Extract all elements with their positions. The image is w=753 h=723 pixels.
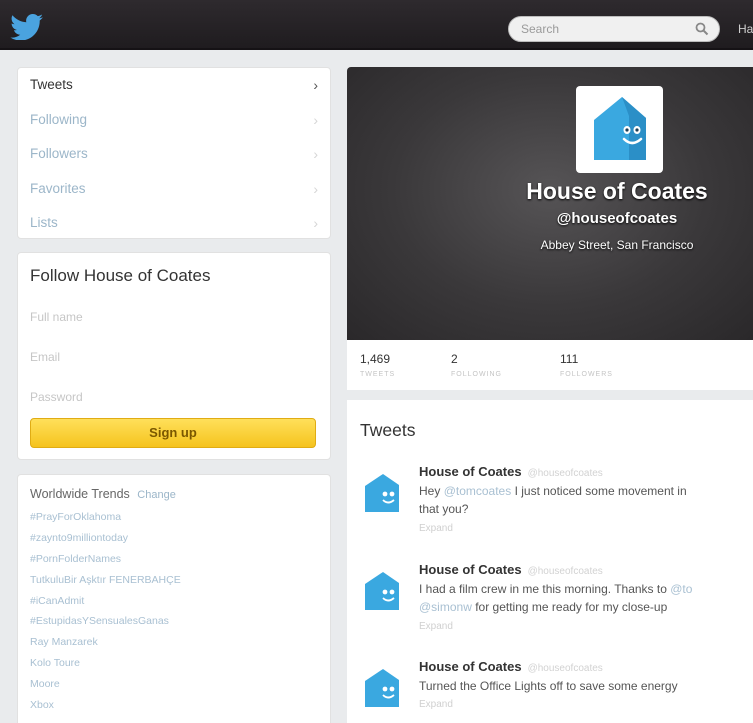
trends-header: Worldwide Trends Change [18, 475, 330, 507]
tweet-text: Turned the Office Lights off to save som… [419, 677, 753, 695]
stat-label: TWEETS [360, 371, 396, 378]
tweet-text: I had a film crew in me this morning. Th… [419, 580, 753, 616]
profile-stats: 1,469 TWEETS 2 FOLLOWING 111 FOLLOWERS [347, 340, 753, 390]
stat-value: 111 [560, 352, 579, 366]
tweet-header: House of Coates @houseofcoates [419, 659, 603, 674]
stream-title: Tweets [360, 420, 416, 440]
tweet-author-name[interactable]: House of Coates [419, 659, 522, 674]
trends-title: Worldwide Trends [30, 487, 130, 501]
trend-link[interactable]: #iCanAdmit [18, 591, 330, 612]
nav-item-favorites[interactable]: Favorites › [18, 172, 330, 207]
mention-link[interactable]: @to [670, 582, 692, 596]
expand-link[interactable]: Expand [419, 523, 453, 534]
tweet-text-part: Hey [419, 484, 444, 498]
email-field[interactable] [30, 337, 316, 377]
tweet-screen-name[interactable]: @houseofcoates [528, 566, 603, 577]
tweet-text-part: I had a film crew in me this morning. Th… [419, 582, 671, 596]
house-avatar-icon[interactable] [361, 570, 403, 612]
password-field[interactable] [30, 377, 316, 417]
trend-link[interactable]: #zaynto9milliontoday [18, 528, 330, 549]
tweet-item[interactable]: House of Coates @houseofcoates Hey @tomco… [347, 464, 753, 559]
trends-card: Worldwide Trends Change #PrayForOklahoma… [17, 474, 331, 723]
search-icon[interactable] [695, 22, 709, 36]
profile-name: House of Coates [526, 178, 708, 204]
mention-link[interactable]: @simonw [419, 600, 472, 614]
trends-change-link[interactable]: Change [137, 489, 176, 501]
profile-handle: @houseofcoates [556, 210, 678, 227]
profile-nav-card: Tweets › Following › Followers › Favorit… [17, 67, 331, 239]
profile-header: House of Coates @houseofcoates Abbey Str… [347, 67, 753, 340]
stat-label: FOLLOWERS [560, 371, 613, 378]
mention-link[interactable]: @tomcoates [444, 484, 512, 498]
tweet-header: House of Coates @houseofcoates [419, 464, 603, 479]
house-avatar-icon[interactable] [361, 472, 403, 514]
nav-item-following[interactable]: Following › [18, 103, 330, 138]
trend-link[interactable]: Xbox [18, 695, 330, 716]
tweets-stream: Tweets House of Coates @houseofcoates Hey… [347, 400, 753, 723]
signup-card: Follow House of Coates Sign up [17, 252, 331, 460]
stat-value: 1,469 [360, 352, 391, 366]
tweet-text: Hey @tomcoates I just noticed some movem… [419, 482, 753, 518]
house-avatar-icon [594, 97, 646, 160]
nav-item-label: Lists [30, 215, 58, 230]
tweet-text-part: that you? [419, 502, 469, 516]
stat-label: FOLLOWING [451, 371, 503, 378]
tweet-author-name[interactable]: House of Coates [419, 464, 522, 479]
trend-link[interactable]: Kolo Toure [18, 653, 330, 674]
signup-title: Follow House of Coates [30, 266, 211, 285]
tweet-item[interactable]: House of Coates @houseofcoates I had a fi… [347, 562, 753, 657]
chevron-right-icon: › [313, 215, 318, 231]
chevron-right-icon: › [313, 77, 318, 93]
tweet-header: House of Coates @houseofcoates [419, 562, 603, 577]
search-input[interactable] [521, 17, 691, 41]
trend-link[interactable]: TutkuluBir Aşktır FENERBAHÇE [18, 570, 330, 591]
stat-followers[interactable]: 111 FOLLOWERS [560, 352, 613, 378]
tweet-text-part: for getting me ready for my close-up [471, 600, 668, 614]
trend-link[interactable]: #PrayForOklahoma [18, 507, 330, 528]
nav-item-lists[interactable]: Lists › [18, 206, 330, 241]
top-bar: Ha [0, 0, 753, 50]
signup-button[interactable]: Sign up [30, 418, 316, 448]
search-box[interactable] [508, 16, 720, 42]
trend-link[interactable]: #EstupidasYSensualesGanas [18, 611, 330, 632]
expand-link[interactable]: Expand [419, 699, 453, 710]
nav-item-label: Tweets [30, 77, 73, 92]
tweet-screen-name[interactable]: @houseofcoates [528, 468, 603, 479]
nav-item-label: Followers [30, 146, 88, 161]
nav-item-followers[interactable]: Followers › [18, 137, 330, 172]
tweet-author-name[interactable]: House of Coates [419, 562, 522, 577]
trend-link[interactable]: Moore [18, 674, 330, 695]
chevron-right-icon: › [313, 180, 318, 197]
profile-location: Abbey Street, San Francisco [540, 238, 694, 252]
trend-link[interactable]: #PornFolderNames [18, 549, 330, 570]
full-name-field[interactable] [30, 297, 316, 337]
twitter-bird-icon[interactable] [10, 14, 44, 40]
tweet-item[interactable]: House of Coates @houseofcoates Turned the… [347, 659, 753, 723]
expand-link[interactable]: Expand [419, 621, 453, 632]
stat-tweets[interactable]: 1,469 TWEETS [360, 352, 395, 378]
home-nav-link[interactable]: Ha [738, 22, 753, 36]
tweet-text-part: I just noticed some movement in [511, 484, 687, 498]
chevron-right-icon: › [313, 111, 318, 128]
tweet-text-part: Turned the Office Lights off to save som… [419, 679, 678, 693]
house-avatar-icon[interactable] [361, 667, 403, 709]
tweet-screen-name[interactable]: @houseofcoates [528, 663, 603, 674]
stat-value: 2 [451, 352, 458, 366]
trend-link[interactable]: Ray Manzarek [18, 632, 330, 653]
nav-item-label: Favorites [30, 180, 86, 196]
stat-following[interactable]: 2 FOLLOWING [451, 352, 502, 378]
nav-item-label: Following [30, 111, 88, 127]
nav-item-tweets[interactable]: Tweets › [18, 68, 330, 103]
profile-avatar[interactable] [576, 86, 663, 173]
chevron-right-icon: › [313, 146, 318, 162]
